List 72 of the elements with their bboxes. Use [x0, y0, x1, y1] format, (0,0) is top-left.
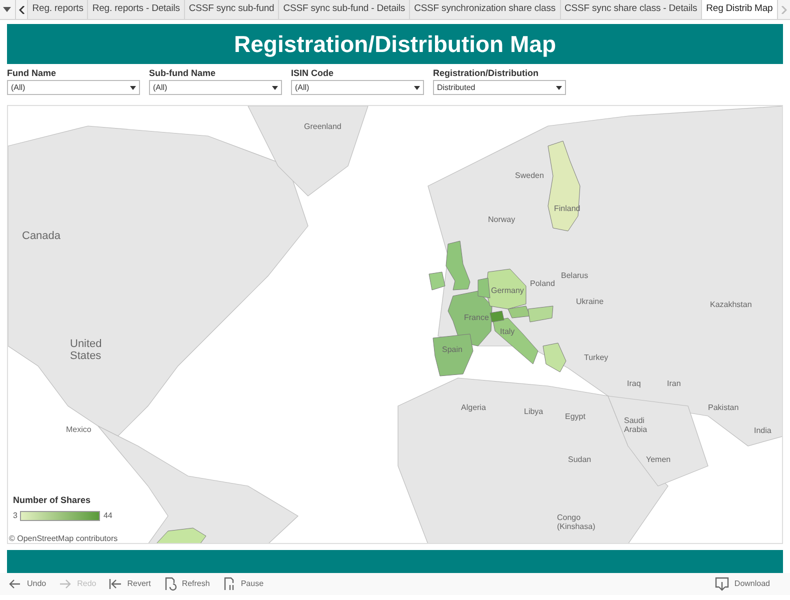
country-shape[interactable]: [486, 268, 526, 310]
place-label: Sudan: [568, 456, 592, 465]
country-shape[interactable]: [446, 240, 470, 290]
sheet-tab[interactable]: CSSF sync share class - Details: [560, 0, 702, 19]
refresh-icon: [162, 577, 177, 591]
dropdown-caret-icon: [272, 86, 278, 90]
legend-min: 3: [13, 510, 18, 522]
place-label: Sweden: [515, 172, 544, 181]
country-shape[interactable]: [432, 334, 474, 376]
place-label: Yemen: [646, 456, 671, 465]
place-label: Germany: [491, 287, 524, 296]
map-attribution: © OpenStreetMap contributors: [9, 533, 118, 543]
place-label: Pakistan: [708, 404, 739, 413]
sheet-tab[interactable]: CSSF sync sub-fund - Details: [279, 0, 410, 19]
filter-dropdown[interactable]: Distributed: [433, 80, 566, 95]
filter-dropdown[interactable]: (All): [7, 80, 140, 95]
toolbar-button[interactable]: Undo: [8, 577, 46, 591]
country-shape[interactable]: [542, 342, 566, 372]
legend-max: 44: [103, 510, 112, 522]
place-label: Mexico: [66, 426, 92, 435]
place-label: Algeria: [461, 404, 486, 413]
place-label: Greenland: [304, 123, 342, 132]
forward-arrow-icon: [58, 577, 72, 591]
legend-title: Number of Shares: [13, 494, 92, 507]
sheet-tab[interactable]: Reg. reports - Details: [88, 0, 185, 19]
place-label: Norway: [488, 216, 516, 225]
place-label: France: [464, 314, 489, 323]
filter-label: ISIN Code: [291, 67, 335, 80]
back-arrow-icon: [8, 577, 22, 591]
place-label: India: [754, 427, 772, 436]
place-label: Congo (Kinshasa): [557, 514, 596, 532]
dropdown-caret-icon: [130, 86, 136, 90]
place-label: United States: [70, 338, 103, 362]
revert-icon: [108, 577, 122, 591]
place-label: Saudi Arabia: [624, 417, 648, 435]
sheet-tab[interactable]: CSSF synchronization share class: [410, 0, 561, 19]
place-label: Iraq: [627, 380, 641, 389]
filter-label: Fund Name: [7, 67, 58, 80]
dashboard-title: Registration/Distribution Map: [234, 30, 556, 59]
place-label: Spain: [442, 346, 462, 355]
place-label: Finland: [554, 205, 580, 214]
place-label: Ukraine: [576, 298, 604, 307]
dropdown-caret-icon[interactable]: [0, 0, 16, 19]
place-label: Belarus: [561, 272, 588, 281]
toolbar-button[interactable]: Refresh: [162, 577, 210, 591]
toolbar-button[interactable]: Revert: [108, 577, 151, 591]
place-label: Iran: [667, 380, 681, 389]
dropdown-caret-icon: [556, 86, 562, 90]
sheet-tab[interactable]: CSSF sync sub-fund: [184, 0, 280, 19]
pause-icon: [222, 577, 236, 591]
country-shape[interactable]: [548, 140, 580, 232]
toolbar-button[interactable]: Pause: [222, 577, 264, 591]
place-label: Poland: [530, 280, 555, 289]
filter-label: Registration/Distribution: [433, 67, 540, 80]
place-label: Turkey: [584, 354, 608, 363]
filter-dropdown[interactable]: (All): [149, 80, 282, 95]
filter-dropdown[interactable]: (All): [291, 80, 424, 95]
toolbar-button[interactable]: Download: [715, 577, 770, 591]
place-label: Libya: [524, 408, 544, 417]
sheet-tab[interactable]: Reg. reports: [28, 0, 88, 19]
sheet-tab[interactable]: Reg Distrib Map: [702, 0, 778, 19]
place-label: Canada: [22, 230, 61, 242]
country-shape[interactable]: [528, 306, 554, 322]
country-shape[interactable]: [478, 278, 490, 298]
country-shape[interactable]: [156, 528, 206, 543]
country-shape[interactable]: [492, 318, 538, 364]
place-label: Italy: [500, 328, 515, 337]
dropdown-caret-icon: [414, 86, 420, 90]
place-label: Kazakhstan: [710, 301, 752, 310]
filter-label: Sub-fund Name: [149, 67, 216, 80]
download-icon: [715, 577, 730, 591]
place-label: Egypt: [565, 413, 586, 422]
